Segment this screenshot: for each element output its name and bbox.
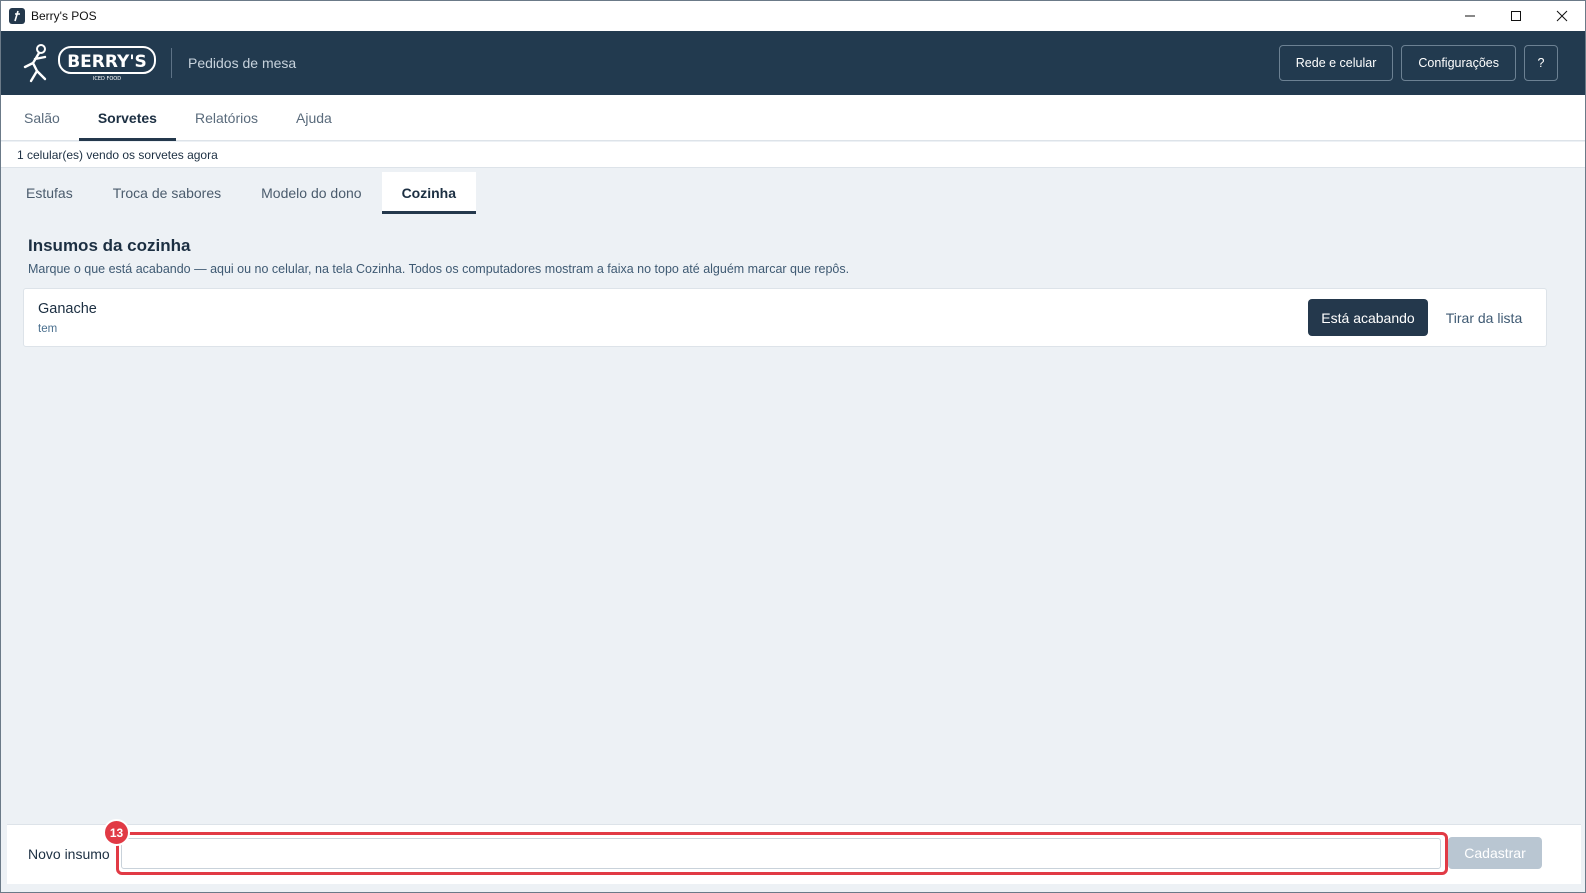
- tab-salao[interactable]: Salão: [5, 95, 79, 141]
- new-item-label: Novo insumo: [28, 846, 110, 862]
- subtab-modelo-do-dono[interactable]: Modelo do dono: [241, 172, 381, 214]
- list-item: Ganache tem Está acabando Tirar da lista: [23, 288, 1547, 347]
- tab-ajuda[interactable]: Ajuda: [277, 95, 351, 141]
- maximize-icon[interactable]: [1493, 1, 1539, 31]
- title-bar: Berry's POS: [1, 1, 1585, 31]
- brand-logo: BERRY'S ICED FOOD: [17, 41, 157, 85]
- item-status: tem: [38, 323, 58, 335]
- highlight-badge: 13: [103, 819, 130, 846]
- window-title: Berry's POS: [31, 9, 97, 23]
- help-button[interactable]: ?: [1524, 45, 1558, 81]
- main-tabs: Salão Sorvetes Relatórios Ajuda: [1, 95, 1585, 141]
- svg-text:ICED FOOD: ICED FOOD: [93, 76, 121, 82]
- app-window: Berry's POS BERRY'S ICED FOOD Pedidos de…: [0, 0, 1586, 893]
- app-header: BERRY'S ICED FOOD Pedidos de mesa Rede e…: [1, 31, 1585, 95]
- close-icon[interactable]: [1539, 1, 1585, 31]
- settings-button[interactable]: Configurações: [1401, 45, 1516, 81]
- connected-devices-status: 1 celular(es) vendo os sorvetes agora: [1, 142, 1585, 168]
- new-item-footer: Novo insumo 13 Cadastrar: [7, 819, 1581, 884]
- sub-tabs: Estufas Troca de sabores Modelo do dono …: [6, 172, 477, 214]
- logo-wordmark: BERRY'S ICED FOOD: [58, 46, 156, 82]
- item-name: Ganache: [38, 301, 97, 317]
- section-description: Marque o que está acabando — aqui ou no …: [28, 262, 850, 276]
- minimize-icon[interactable]: [1447, 1, 1493, 31]
- register-button[interactable]: Cadastrar: [1448, 837, 1542, 869]
- svg-text:BERRY'S: BERRY'S: [67, 52, 147, 72]
- header-actions: Rede e celular Configurações ?: [1278, 45, 1558, 81]
- tab-relatorios[interactable]: Relatórios: [176, 95, 277, 141]
- mascot-icon: [23, 44, 47, 83]
- remove-from-list-button[interactable]: Tirar da lista: [1438, 299, 1530, 336]
- running-low-button[interactable]: Está acabando: [1308, 299, 1428, 336]
- header-subtitle: Pedidos de mesa: [188, 55, 297, 71]
- subtab-troca-de-sabores[interactable]: Troca de sabores: [93, 172, 241, 214]
- app-icon: [9, 8, 25, 24]
- header-divider: [171, 48, 172, 78]
- new-item-input[interactable]: [121, 838, 1441, 869]
- network-button[interactable]: Rede e celular: [1278, 45, 1394, 81]
- subtab-cozinha[interactable]: Cozinha: [381, 172, 477, 214]
- section-title: Insumos da cozinha: [28, 236, 191, 255]
- subtab-estufas[interactable]: Estufas: [6, 172, 93, 214]
- window-controls: [1447, 1, 1585, 31]
- tab-sorvetes[interactable]: Sorvetes: [78, 95, 177, 141]
